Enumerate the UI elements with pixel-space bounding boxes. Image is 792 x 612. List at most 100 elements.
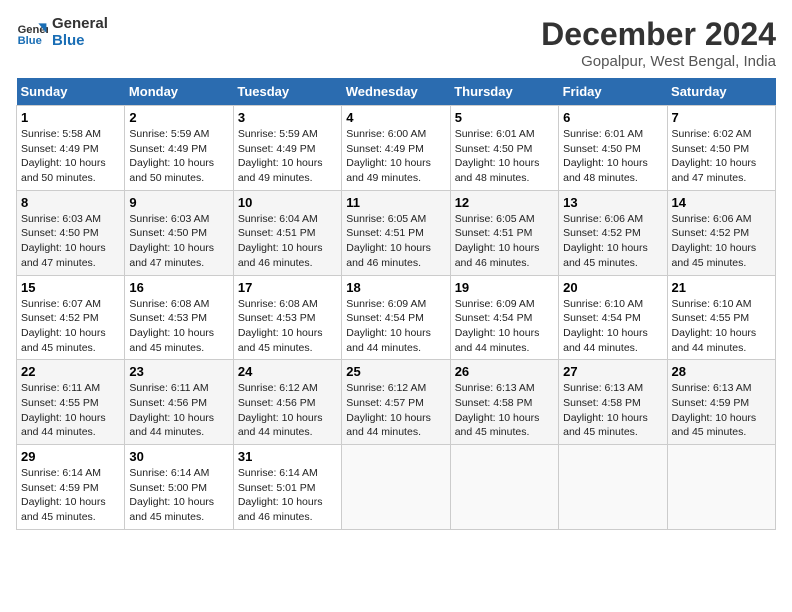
day-number: 6 — [563, 110, 662, 125]
day-number: 11 — [346, 195, 445, 210]
logo-icon: General Blue — [16, 17, 48, 49]
day-number: 10 — [238, 195, 337, 210]
day-info: Sunrise: 6:07 AM Sunset: 4:52 PM Dayligh… — [21, 297, 120, 356]
day-info: Sunrise: 6:06 AM Sunset: 4:52 PM Dayligh… — [563, 212, 662, 271]
day-info: Sunrise: 5:59 AM Sunset: 4:49 PM Dayligh… — [129, 127, 228, 186]
location: Gopalpur, West Bengal, India — [541, 53, 776, 70]
day-number: 28 — [672, 364, 771, 379]
day-info: Sunrise: 6:01 AM Sunset: 4:50 PM Dayligh… — [455, 127, 554, 186]
calendar-day-7: 7 Sunrise: 6:02 AM Sunset: 4:50 PM Daylig… — [667, 106, 775, 191]
empty-cell — [450, 445, 558, 530]
month-title: December 2024 — [541, 16, 776, 53]
day-info: Sunrise: 6:13 AM Sunset: 4:59 PM Dayligh… — [672, 381, 771, 440]
day-number: 7 — [672, 110, 771, 125]
svg-text:Blue: Blue — [18, 35, 42, 47]
day-number: 21 — [672, 280, 771, 295]
day-header-monday: Monday — [125, 78, 233, 106]
day-info: Sunrise: 6:13 AM Sunset: 4:58 PM Dayligh… — [563, 381, 662, 440]
day-info: Sunrise: 6:09 AM Sunset: 4:54 PM Dayligh… — [455, 297, 554, 356]
calendar-table: SundayMondayTuesdayWednesdayThursdayFrid… — [16, 78, 776, 530]
day-info: Sunrise: 6:14 AM Sunset: 4:59 PM Dayligh… — [21, 466, 120, 525]
day-number: 9 — [129, 195, 228, 210]
day-info: Sunrise: 6:14 AM Sunset: 5:01 PM Dayligh… — [238, 466, 337, 525]
day-info: Sunrise: 6:08 AM Sunset: 4:53 PM Dayligh… — [238, 297, 337, 356]
day-info: Sunrise: 6:09 AM Sunset: 4:54 PM Dayligh… — [346, 297, 445, 356]
day-info: Sunrise: 6:01 AM Sunset: 4:50 PM Dayligh… — [563, 127, 662, 186]
day-number: 2 — [129, 110, 228, 125]
day-info: Sunrise: 6:04 AM Sunset: 4:51 PM Dayligh… — [238, 212, 337, 271]
day-number: 19 — [455, 280, 554, 295]
day-number: 16 — [129, 280, 228, 295]
day-header-sunday: Sunday — [17, 78, 125, 106]
day-info: Sunrise: 6:12 AM Sunset: 4:57 PM Dayligh… — [346, 381, 445, 440]
calendar-day-9: 9 Sunrise: 6:03 AM Sunset: 4:50 PM Daylig… — [125, 190, 233, 275]
day-number: 27 — [563, 364, 662, 379]
title-block: December 2024 Gopalpur, West Bengal, Ind… — [541, 16, 776, 70]
day-number: 24 — [238, 364, 337, 379]
calendar-day-23: 23 Sunrise: 6:11 AM Sunset: 4:56 PM Dayli… — [125, 360, 233, 445]
day-info: Sunrise: 6:05 AM Sunset: 4:51 PM Dayligh… — [346, 212, 445, 271]
day-number: 12 — [455, 195, 554, 210]
day-info: Sunrise: 6:02 AM Sunset: 4:50 PM Dayligh… — [672, 127, 771, 186]
day-number: 8 — [21, 195, 120, 210]
calendar-day-12: 12Sunrise: 6:05 AM Sunset: 4:51 PM Dayli… — [450, 190, 558, 275]
day-number: 3 — [238, 110, 337, 125]
day-info: Sunrise: 5:58 AM Sunset: 4:49 PM Dayligh… — [21, 127, 120, 186]
calendar-day-13: 13Sunrise: 6:06 AM Sunset: 4:52 PM Dayli… — [559, 190, 667, 275]
calendar-day-10: 10 Sunrise: 6:04 AM Sunset: 4:51 PM Dayli… — [233, 190, 341, 275]
calendar-week-2: 8 Sunrise: 6:03 AM Sunset: 4:50 PM Daylig… — [17, 190, 776, 275]
calendar-day-20: 20 Sunrise: 6:10 AM Sunset: 4:54 PM Dayli… — [559, 275, 667, 360]
calendar-day-18: 18 Sunrise: 6:09 AM Sunset: 4:54 PM Dayli… — [342, 275, 450, 360]
day-number: 23 — [129, 364, 228, 379]
day-number: 25 — [346, 364, 445, 379]
day-info: Sunrise: 6:14 AM Sunset: 5:00 PM Dayligh… — [129, 466, 228, 525]
day-info: Sunrise: 6:10 AM Sunset: 4:54 PM Dayligh… — [563, 297, 662, 356]
days-header-row: SundayMondayTuesdayWednesdayThursdayFrid… — [17, 78, 776, 106]
day-header-saturday: Saturday — [667, 78, 775, 106]
calendar-day-26: 26Sunrise: 6:13 AM Sunset: 4:58 PM Dayli… — [450, 360, 558, 445]
calendar-day-5: 5 Sunrise: 6:01 AM Sunset: 4:50 PM Daylig… — [450, 106, 558, 191]
calendar-day-8: 8 Sunrise: 6:03 AM Sunset: 4:50 PM Daylig… — [17, 190, 125, 275]
day-number: 22 — [21, 364, 120, 379]
day-info: Sunrise: 6:11 AM Sunset: 4:55 PM Dayligh… — [21, 381, 120, 440]
day-info: Sunrise: 6:03 AM Sunset: 4:50 PM Dayligh… — [21, 212, 120, 271]
empty-cell — [667, 445, 775, 530]
day-number: 30 — [129, 449, 228, 464]
day-number: 5 — [455, 110, 554, 125]
calendar-day-19: 19 Sunrise: 6:09 AM Sunset: 4:54 PM Dayli… — [450, 275, 558, 360]
calendar-day-11: 11 Sunrise: 6:05 AM Sunset: 4:51 PM Dayli… — [342, 190, 450, 275]
day-info: Sunrise: 6:00 AM Sunset: 4:49 PM Dayligh… — [346, 127, 445, 186]
calendar-day-31: 31 Sunrise: 6:14 AM Sunset: 5:01 PM Dayli… — [233, 445, 341, 530]
empty-cell — [559, 445, 667, 530]
day-header-friday: Friday — [559, 78, 667, 106]
calendar-week-4: 22 Sunrise: 6:11 AM Sunset: 4:55 PM Dayli… — [17, 360, 776, 445]
day-number: 31 — [238, 449, 337, 464]
calendar-day-4: 4Sunrise: 6:00 AM Sunset: 4:49 PM Daylig… — [342, 106, 450, 191]
day-number: 18 — [346, 280, 445, 295]
calendar-day-17: 17Sunrise: 6:08 AM Sunset: 4:53 PM Dayli… — [233, 275, 341, 360]
calendar-day-30: 30 Sunrise: 6:14 AM Sunset: 5:00 PM Dayli… — [125, 445, 233, 530]
day-number: 14 — [672, 195, 771, 210]
day-info: Sunrise: 6:11 AM Sunset: 4:56 PM Dayligh… — [129, 381, 228, 440]
calendar-day-16: 16 Sunrise: 6:08 AM Sunset: 4:53 PM Dayli… — [125, 275, 233, 360]
day-header-thursday: Thursday — [450, 78, 558, 106]
calendar-day-22: 22 Sunrise: 6:11 AM Sunset: 4:55 PM Dayli… — [17, 360, 125, 445]
day-number: 20 — [563, 280, 662, 295]
day-number: 29 — [21, 449, 120, 464]
day-header-wednesday: Wednesday — [342, 78, 450, 106]
day-info: Sunrise: 6:03 AM Sunset: 4:50 PM Dayligh… — [129, 212, 228, 271]
day-info: Sunrise: 6:10 AM Sunset: 4:55 PM Dayligh… — [672, 297, 771, 356]
calendar-day-24: 24Sunrise: 6:12 AM Sunset: 4:56 PM Dayli… — [233, 360, 341, 445]
day-info: Sunrise: 6:13 AM Sunset: 4:58 PM Dayligh… — [455, 381, 554, 440]
calendar-day-28: 28 Sunrise: 6:13 AM Sunset: 4:59 PM Dayli… — [667, 360, 775, 445]
calendar-day-29: 29 Sunrise: 6:14 AM Sunset: 4:59 PM Dayli… — [17, 445, 125, 530]
calendar-day-6: 6 Sunrise: 6:01 AM Sunset: 4:50 PM Daylig… — [559, 106, 667, 191]
calendar-day-15: 15 Sunrise: 6:07 AM Sunset: 4:52 PM Dayli… — [17, 275, 125, 360]
day-number: 15 — [21, 280, 120, 295]
day-info: Sunrise: 6:08 AM Sunset: 4:53 PM Dayligh… — [129, 297, 228, 356]
calendar-week-3: 15 Sunrise: 6:07 AM Sunset: 4:52 PM Dayli… — [17, 275, 776, 360]
day-header-tuesday: Tuesday — [233, 78, 341, 106]
day-number: 1 — [21, 110, 120, 125]
calendar-week-1: 1 Sunrise: 5:58 AM Sunset: 4:49 PM Daylig… — [17, 106, 776, 191]
day-info: Sunrise: 6:06 AM Sunset: 4:52 PM Dayligh… — [672, 212, 771, 271]
